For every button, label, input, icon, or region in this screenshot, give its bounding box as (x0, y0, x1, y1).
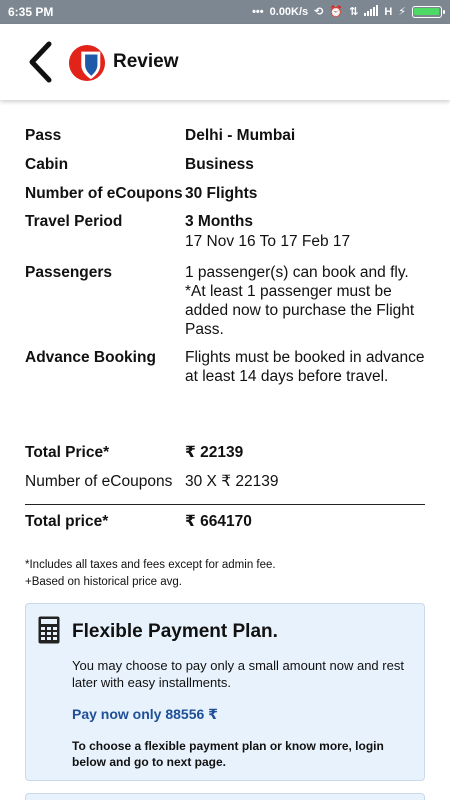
chevron-left-icon (29, 41, 52, 83)
grand-total-value: ₹ 664170 (185, 513, 252, 530)
passengers-row: Passengers 1 passenger(s) can book and f… (25, 263, 425, 339)
grand-total-row: Total price* ₹ 664170 (25, 512, 425, 531)
pass-row: Pass Delhi - Mumbai (25, 126, 425, 145)
app-header: Review (0, 24, 450, 100)
payment-plan-description: You may choose to pay only a small amoun… (72, 658, 404, 690)
next-card (25, 793, 425, 800)
num-coupons-label: Number of eCoupons (25, 473, 173, 490)
network-type: H (384, 6, 393, 18)
note-taxes: *Includes all taxes and fees except for … (25, 559, 276, 571)
num-coupons-value: 30 X ₹ 22139 (185, 473, 279, 490)
status-bar: 6:35 PM ••• 0.00K/s ⟲ ⏰ ⇅ H ⚡ (0, 0, 450, 24)
coupons-row: Number of eCoupons 30 Flights (25, 184, 425, 203)
travel-period-row: Travel Period 3 Months 17 Nov 16 To 17 F… (25, 212, 425, 251)
battery-icon (412, 6, 445, 18)
dots-icon: ••• (252, 6, 264, 18)
cabin-row: Cabin Business (25, 155, 425, 174)
network-speed: 0.00K/s (269, 6, 309, 18)
travel-period-value: 3 Months (185, 213, 254, 230)
cabin-value: Business (185, 156, 254, 173)
status-icons: ••• 0.00K/s ⟲ ⏰ ⇅ H ⚡ (252, 5, 445, 19)
payment-plan-note: To choose a flexible payment plan or kno… (72, 739, 384, 769)
passengers-value: 1 passenger(s) can book and fly. *At lea… (185, 264, 415, 338)
airline-logo (68, 44, 106, 82)
note-historical: +Based on historical price avg. (25, 576, 182, 588)
payment-plan-card: Flexible Payment Plan. You may choose to… (25, 603, 425, 781)
passengers-label: Passengers (25, 264, 113, 281)
pay-now-amount: Pay now only 88556 ₹ (72, 706, 218, 722)
grand-total-label: Total price* (25, 513, 109, 530)
signal-icon (364, 5, 379, 19)
total-price-row: Total Price* ₹ 22139 (25, 443, 425, 462)
coupons-value: 30 Flights (185, 185, 258, 202)
sync-icon: ⟲ (314, 6, 324, 18)
price-notes: *Includes all taxes and fees except for … (25, 557, 276, 591)
payment-plan-title: Flexible Payment Plan. (72, 621, 278, 642)
divider (25, 504, 425, 505)
travel-period-value-group: 3 Months 17 Nov 16 To 17 Feb 17 (185, 212, 425, 251)
travel-dates: 17 Nov 16 To 17 Feb 17 (185, 233, 351, 250)
pass-value: Delhi - Mumbai (185, 127, 296, 144)
back-button[interactable] (22, 40, 58, 84)
data-arrows-icon: ⇅ (349, 6, 359, 18)
charging-icon: ⚡ (398, 6, 406, 18)
pass-label: Pass (25, 127, 62, 144)
total-price-value: ₹ 22139 (185, 444, 244, 461)
calculator-icon (38, 616, 60, 644)
num-coupons-row: Number of eCoupons 30 X ₹ 22139 (25, 472, 425, 491)
cabin-label: Cabin (25, 156, 69, 173)
coupons-label: Number of eCoupons (25, 185, 183, 202)
alarm-icon: ⏰ (329, 6, 344, 18)
advance-booking-label: Advance Booking (25, 349, 156, 366)
status-time: 6:35 PM (8, 5, 54, 19)
page-title: Review (113, 51, 179, 72)
advance-booking-row: Advance Booking Flights must be booked i… (25, 348, 425, 386)
advance-booking-value: Flights must be booked in advance at lea… (185, 349, 425, 385)
total-price-label: Total Price* (25, 444, 110, 461)
travel-period-label: Travel Period (25, 213, 123, 230)
